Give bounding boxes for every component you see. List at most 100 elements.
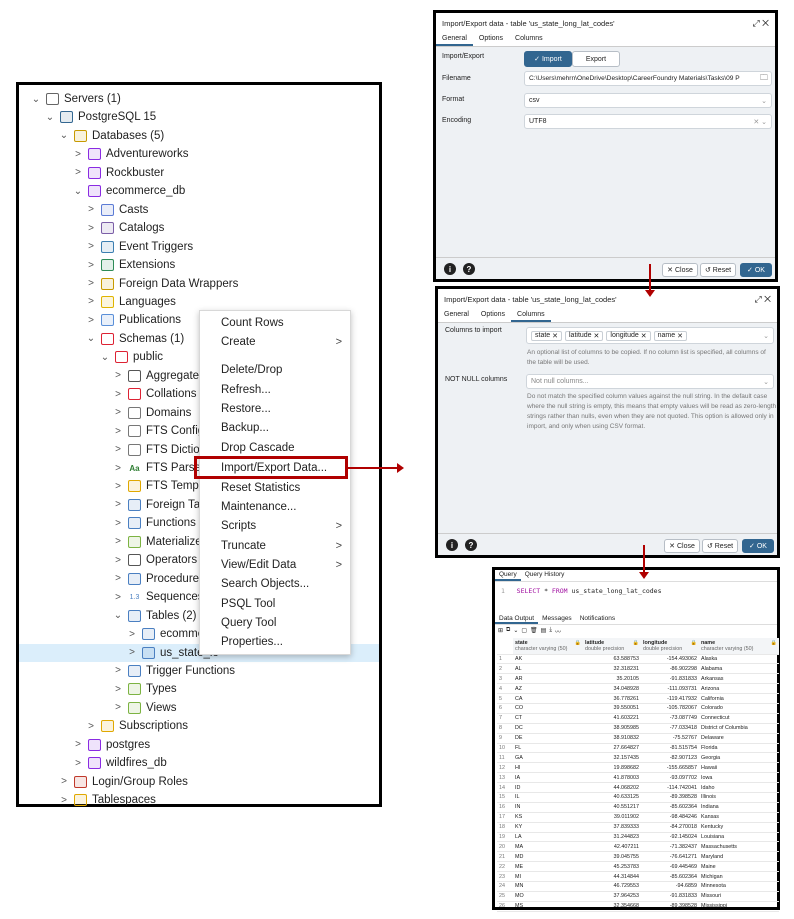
chevron-right-icon[interactable]: > xyxy=(72,758,84,769)
table-row[interactable]: 11 GA 32.157435 -82.907123 Georgia xyxy=(497,752,779,764)
context-menu-item[interactable]: Delete/Drop xyxy=(200,360,350,379)
table-cell[interactable]: 31.244823 xyxy=(583,832,641,843)
table-cell[interactable]: 40.633125 xyxy=(583,792,641,803)
table-cell[interactable]: -92.145024 xyxy=(641,832,699,843)
chevron-right-icon[interactable]: > xyxy=(112,370,124,381)
column-header[interactable]: 🔒 latitude double precision xyxy=(583,638,641,655)
tree-node[interactable]: ⌄ ecommerce_db xyxy=(72,182,185,200)
table-cell[interactable]: 45.253783 xyxy=(583,861,641,873)
table-cell[interactable]: CT xyxy=(513,713,583,724)
table-cell[interactable]: KY xyxy=(513,822,583,833)
table-row[interactable]: 15 IL 40.633125 -89.398528 Illinois xyxy=(497,792,779,803)
table-row[interactable]: 6 CO 39.550051 -105.782067 Colorado xyxy=(497,703,779,714)
chevron-right-icon[interactable]: > xyxy=(112,463,124,474)
table-row[interactable]: 16 IN 40.551217 -85.602364 Indiana xyxy=(497,802,779,813)
table-cell[interactable]: Maryland xyxy=(699,851,779,863)
table-row[interactable]: 12 HI 19.898682 -155.665857 Hawaii xyxy=(497,762,779,774)
table-cell[interactable]: -105.782067 xyxy=(641,703,699,714)
table-cell[interactable]: Alaska xyxy=(699,654,779,665)
table-cell[interactable]: -85.602364 xyxy=(641,802,699,813)
chevron-right-icon[interactable]: > xyxy=(112,592,124,603)
chevron-right-icon[interactable]: > xyxy=(85,721,97,732)
columns-multiselect[interactable]: state ✕ latitude ✕ longitude ✕ name ✕ ⌄ xyxy=(526,327,774,344)
tab-columns[interactable]: Columns xyxy=(509,33,549,46)
table-cell[interactable]: Florida xyxy=(699,743,779,754)
tab-messages[interactable]: Messages xyxy=(538,614,576,624)
table-cell[interactable]: Arkansas xyxy=(699,673,779,685)
table-cell[interactable]: DC xyxy=(513,723,583,734)
chevron-right-icon[interactable]: > xyxy=(112,573,124,584)
dropdown-icon[interactable]: ⌄ xyxy=(513,627,518,636)
tree-node[interactable]: ⌄ Databases (5) xyxy=(58,127,164,145)
chevron-right-icon[interactable]: > xyxy=(112,499,124,510)
table-cell[interactable]: -91.831833 xyxy=(641,673,699,685)
context-menu-item[interactable]: Restore... xyxy=(200,399,350,418)
table-cell[interactable]: -89.398528 xyxy=(641,792,699,803)
folder-icon[interactable]: 🗀 xyxy=(760,72,768,85)
chevron-down-icon[interactable]: ⌄ xyxy=(99,352,111,363)
table-cell[interactable]: -114.742041 xyxy=(641,782,699,793)
table-cell[interactable]: Louisiana xyxy=(699,832,779,843)
context-menu-item[interactable]: Drop Cascade xyxy=(200,438,350,457)
context-menu-item[interactable]: Import/Export Data... xyxy=(194,456,348,479)
table-row[interactable]: 5 CA 36.778261 -119.417932 California xyxy=(497,693,779,704)
chevron-right-icon[interactable]: > xyxy=(58,776,70,787)
table-cell[interactable]: -119.417932 xyxy=(641,693,699,704)
tree-node[interactable]: ⌄ Tables (2) xyxy=(112,607,197,625)
chevron-right-icon[interactable]: > xyxy=(112,426,124,437)
table-cell[interactable]: MI xyxy=(513,871,583,882)
table-cell[interactable]: -94.6859 xyxy=(641,881,699,892)
table-cell[interactable]: -155.665857 xyxy=(641,762,699,774)
table-cell[interactable]: 32.354668 xyxy=(583,901,641,912)
table-cell[interactable]: MA xyxy=(513,841,583,853)
tab-data-output[interactable]: Data Output xyxy=(495,614,539,624)
tree-node[interactable]: > Event Triggers xyxy=(85,238,193,256)
table-cell[interactable]: -81.515754 xyxy=(641,743,699,754)
chevron-right-icon[interactable]: > xyxy=(112,702,124,713)
info-icon[interactable]: i xyxy=(444,263,456,275)
tab-query[interactable]: Query xyxy=(495,570,521,581)
table-cell[interactable]: CA xyxy=(513,693,583,704)
table-cell[interactable]: 46.729553 xyxy=(583,881,641,892)
context-menu-item[interactable]: PSQL Tool xyxy=(200,594,350,613)
table-cell[interactable]: MS xyxy=(513,901,583,912)
table-cell[interactable]: 37.964253 xyxy=(583,891,641,902)
table-cell[interactable]: Missouri xyxy=(699,891,779,902)
copy-icon[interactable]: ⧉ xyxy=(506,627,510,636)
context-menu-item[interactable]: Scripts > xyxy=(200,516,350,535)
table-cell[interactable]: 44.314844 xyxy=(583,871,641,882)
tree-node[interactable]: > Aggregates xyxy=(112,367,205,385)
tab-general[interactable]: General xyxy=(436,33,473,46)
table-cell[interactable]: -154.493062 xyxy=(641,654,699,665)
ok-button[interactable]: ✓ OK xyxy=(742,539,774,553)
table-cell[interactable]: -98.484246 xyxy=(641,812,699,823)
table-row[interactable]: 19 LA 31.244823 -92.145024 Louisiana xyxy=(497,832,779,843)
table-row[interactable]: 26 MS 32.354668 -89.398528 Mississippi xyxy=(497,901,779,912)
table-cell[interactable]: -77.033418 xyxy=(641,723,699,734)
tree-node[interactable]: > wildfires_db xyxy=(72,754,167,772)
chevron-right-icon[interactable]: > xyxy=(112,444,124,455)
table-cell[interactable]: California xyxy=(699,693,779,704)
table-cell[interactable]: MN xyxy=(513,881,583,892)
table-cell[interactable]: -71.382437 xyxy=(641,841,699,853)
table-row[interactable]: 8 DC 38.905985 -77.033418 District of Columb… xyxy=(497,723,779,734)
table-cell[interactable]: 40.551217 xyxy=(583,802,641,813)
table-cell[interactable]: ME xyxy=(513,861,583,873)
context-menu-item[interactable]: Query Tool xyxy=(200,613,350,632)
column-tag[interactable]: name ✕ xyxy=(653,330,687,341)
tab-options[interactable]: Options xyxy=(473,33,509,46)
encoding-select[interactable]: UTF8 ✕ ⌄ xyxy=(524,114,772,129)
table-row[interactable]: 3 AR 35.20105 -91.831833 Arkansas xyxy=(497,673,779,685)
table-cell[interactable]: CO xyxy=(513,703,583,714)
table-row[interactable]: 1 AK 63.588753 -154.493062 Alaska xyxy=(497,654,779,665)
chevron-right-icon[interactable]: > xyxy=(112,518,124,529)
table-cell[interactable]: Kansas xyxy=(699,812,779,823)
context-menu-item[interactable]: Maintenance... xyxy=(200,497,350,516)
table-cell[interactable]: 39.011902 xyxy=(583,812,641,823)
column-header[interactable]: 🔒 longitude double precision xyxy=(641,638,699,655)
tree-node[interactable]: ⌄ PostgreSQL 15 xyxy=(44,108,156,126)
column-tag[interactable]: state ✕ xyxy=(531,330,562,341)
table-cell[interactable]: Massachusetts xyxy=(699,841,779,853)
table-cell[interactable]: ID xyxy=(513,782,583,793)
table-cell[interactable]: -111.093731 xyxy=(641,683,699,695)
